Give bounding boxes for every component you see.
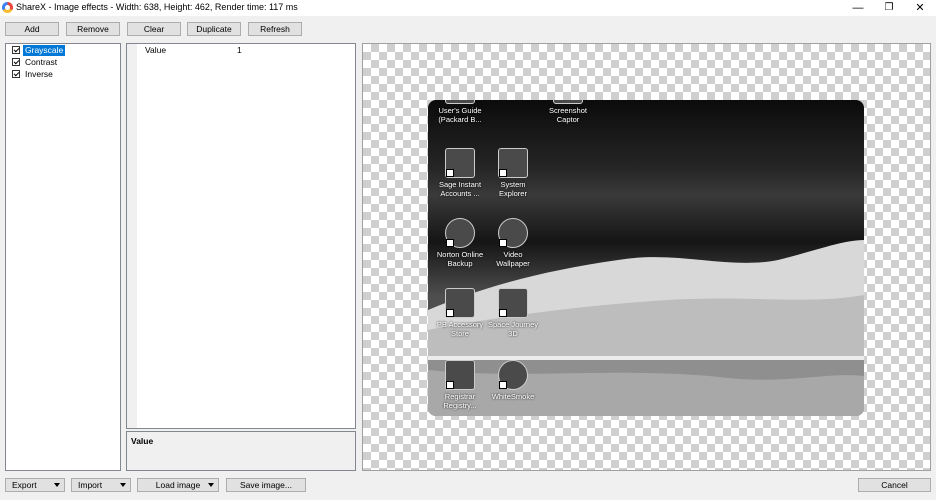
desktop-icon-label: WhiteSmoke [491, 392, 535, 401]
close-button[interactable]: ✕ [904, 0, 936, 16]
property-grid-gutter [127, 44, 137, 428]
checkbox[interactable] [12, 70, 20, 78]
desktop-icon[interactable]: Norton Online Backup [430, 218, 490, 268]
refresh-button[interactable]: Refresh [248, 22, 302, 36]
registry-icon [445, 360, 475, 390]
desktop-icon-label: Sage Instant Accounts ... [438, 180, 482, 198]
export-dropdown[interactable]: Export [5, 478, 65, 492]
property-description: Value [126, 431, 356, 471]
camera-icon [553, 100, 583, 104]
import-label: Import [78, 480, 103, 490]
duplicate-button[interactable]: Duplicate [187, 22, 241, 36]
add-button[interactable]: Add [5, 22, 59, 36]
sharex-app-icon [2, 2, 13, 13]
import-dropdown[interactable]: Import [71, 478, 131, 492]
sage-icon [445, 148, 475, 178]
effect-label: Contrast [25, 57, 58, 67]
desktop-icon-label: Video Wallpaper [496, 250, 530, 268]
desktop-icon-label: PB Accessory Store [436, 320, 484, 338]
load-image-dropdown[interactable]: Load image [137, 478, 219, 492]
description-title: Value [131, 436, 154, 446]
desktop-icon[interactable]: System Explorer [483, 148, 543, 198]
desktop-icon-label: System Explorer [499, 180, 527, 198]
desktop-icon[interactable]: PB Accessory Store [430, 288, 490, 338]
desktop-icon-label: User's Guide (Packard B... [438, 106, 482, 124]
effect-label: Inverse [25, 69, 53, 79]
desktop-icon[interactable]: User's Guide (Packard B... [430, 100, 490, 124]
maximize-button[interactable]: ❐ [873, 0, 905, 16]
title-bar: ShareX - Image effects - Width: 638, Hei… [0, 0, 936, 16]
desktop-icon-label: Space Journey 3D [487, 320, 539, 338]
minimize-button[interactable]: — [842, 0, 874, 16]
window-title: ShareX - Image effects - Width: 638, Hei… [16, 2, 298, 12]
desktop-icon[interactable]: Screenshot Captor [538, 100, 598, 124]
property-grid[interactable]: Value 1 [126, 43, 356, 429]
save-image-button[interactable]: Save image... [226, 478, 306, 492]
preview-image: User's Guide (Packard B... Screenshot Ca… [428, 100, 864, 416]
store-icon [445, 288, 475, 318]
property-name: Value [145, 45, 167, 55]
load-image-label: Load image [155, 480, 201, 490]
whitesmoke-icon [498, 360, 528, 390]
desktop-icon[interactable]: Sage Instant Accounts ... [430, 148, 490, 198]
space-journey-icon [498, 288, 528, 318]
desktop-icon[interactable]: Registrar Registry... [430, 360, 490, 410]
property-value[interactable]: 1 [237, 45, 242, 56]
cancel-button[interactable]: Cancel [858, 478, 931, 492]
checkbox[interactable] [12, 46, 20, 54]
clear-button[interactable]: Clear [127, 22, 181, 36]
desktop-icon-label: Norton Online Backup [436, 250, 484, 268]
remove-button[interactable]: Remove [66, 22, 120, 36]
image-preview: User's Guide (Packard B... Screenshot Ca… [362, 43, 931, 471]
chevron-down-icon [54, 483, 60, 487]
property-row-value[interactable]: Value 1 [127, 45, 357, 56]
effect-label: Grayscale [23, 45, 66, 56]
guide-icon [445, 100, 475, 104]
desktop-icon[interactable]: Video Wallpaper [483, 218, 543, 268]
chevron-down-icon [208, 483, 214, 487]
chevron-down-icon [120, 483, 126, 487]
effects-list[interactable]: Grayscale Contrast Inverse [5, 43, 121, 471]
magnifier-icon [498, 148, 528, 178]
desktop-icon-label: Registrar Registry... [443, 392, 477, 410]
video-wallpaper-icon [498, 218, 528, 248]
checkbox[interactable] [12, 58, 20, 66]
export-label: Export [12, 480, 37, 490]
desktop-icon[interactable]: Space Journey 3D [483, 288, 543, 338]
norton-icon [445, 218, 475, 248]
desktop-icon[interactable]: WhiteSmoke [483, 360, 543, 401]
desktop-icon-label: Screenshot Captor [549, 106, 587, 124]
